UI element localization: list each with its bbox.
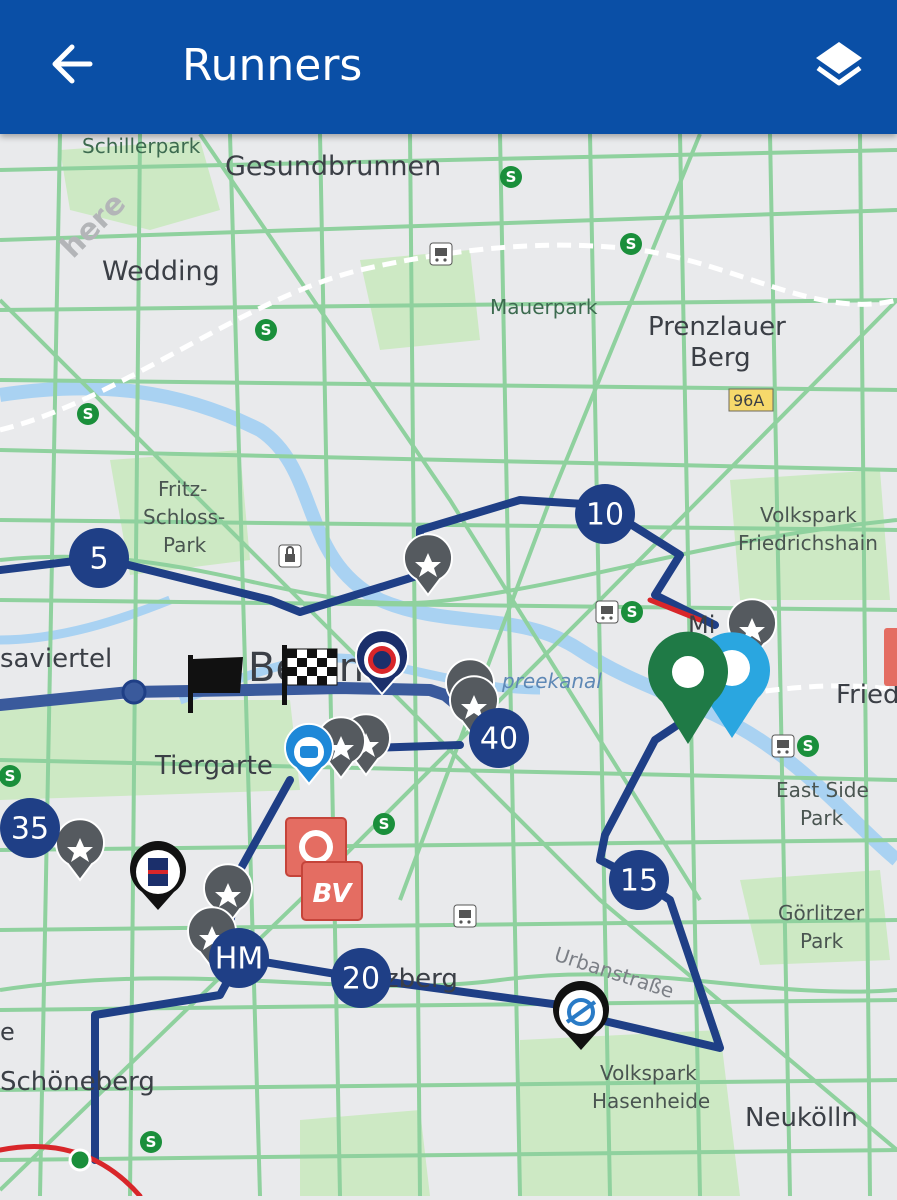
- label-volkspark-fh-1: Volkspark: [760, 503, 857, 527]
- s-bahn-icon: S: [621, 601, 643, 623]
- label-fritz-3: Park: [163, 533, 207, 557]
- label-volkspark-hh-1: Volkspark: [600, 1061, 697, 1085]
- km-marker-15[interactable]: 15: [609, 850, 669, 910]
- lock-station-icon: [278, 544, 302, 568]
- km-marker-label: 5: [89, 542, 108, 577]
- label-fritz-2: Schloss-: [143, 505, 225, 529]
- label-edge-e: e: [0, 1018, 15, 1046]
- svg-text:S: S: [83, 405, 94, 423]
- label-east-side-2: Park: [800, 806, 844, 830]
- label-saviertel: saviertel: [0, 644, 112, 674]
- label-schillerpark: Schillerpark: [82, 134, 201, 158]
- km-marker-40[interactable]: 40: [469, 708, 529, 768]
- km-marker-label: HM: [215, 942, 263, 977]
- km-marker-5[interactable]: 5: [69, 528, 129, 588]
- s-bahn-icon: S: [373, 813, 395, 835]
- app-bar: Runners: [0, 0, 897, 134]
- label-fritz-1: Fritz-: [158, 477, 207, 501]
- svg-text:S: S: [626, 235, 637, 253]
- s-bahn-icon: S: [140, 1131, 162, 1153]
- s-bahn-icon: S: [255, 319, 277, 341]
- label-berg: Berg: [690, 343, 751, 373]
- km-marker-label: 20: [342, 962, 380, 997]
- km-marker-10[interactable]: 10: [575, 484, 635, 544]
- back-button[interactable]: [44, 36, 100, 92]
- label-gesundbrunnen: Gesundbrunnen: [225, 151, 441, 182]
- s-bahn-icon: S: [500, 166, 522, 188]
- layers-icon: [816, 42, 862, 86]
- label-neukoelln: Neukölln: [745, 1103, 858, 1133]
- km-marker-20[interactable]: 20: [331, 948, 391, 1008]
- train-station-icon: [771, 734, 795, 758]
- label-east-side-1: East Side: [776, 778, 869, 802]
- route-node: [68, 1148, 92, 1172]
- map[interactable]: here Schillerpark Gesundbrunnen Wedding …: [0, 132, 897, 1199]
- bv-label: BV: [313, 879, 354, 909]
- km-marker-label: 40: [480, 722, 518, 757]
- svg-text:S: S: [261, 321, 272, 339]
- svg-text:S: S: [379, 815, 390, 833]
- route-node: [121, 679, 147, 705]
- train-station-icon: [595, 600, 619, 624]
- label-schoeneberg: Schöneberg: [0, 1067, 155, 1097]
- label-volkspark-fh-2: Friedrichshain: [738, 531, 878, 555]
- layers-button[interactable]: [808, 34, 870, 96]
- label-goerlitzer-1: Görlitzer: [778, 901, 865, 925]
- km-marker-35[interactable]: 35: [0, 798, 60, 858]
- label-goerlitzer-2: Park: [800, 929, 844, 953]
- svg-text:S: S: [627, 603, 638, 621]
- s-bahn-icon: S: [797, 735, 819, 757]
- edge-red-sign: [884, 628, 897, 686]
- km-marker-label: 15: [620, 864, 658, 899]
- label-spreekanal: preekanal: [501, 669, 602, 693]
- page-title: Runners: [182, 40, 363, 91]
- s-bahn-icon: S: [0, 765, 21, 787]
- label-prenzlauer: Prenzlauer: [648, 312, 786, 342]
- km-marker-hm[interactable]: HM: [209, 928, 269, 988]
- map-canvas[interactable]: here Schillerpark Gesundbrunnen Wedding …: [0, 132, 897, 1199]
- svg-text:S: S: [506, 168, 517, 186]
- label-volkspark-hh-2: Hasenheide: [592, 1089, 710, 1113]
- svg-text:S: S: [803, 737, 814, 755]
- label-wedding: Wedding: [102, 256, 220, 287]
- train-station-icon: [453, 904, 477, 928]
- km-marker-label: 35: [11, 812, 49, 847]
- svg-text:S: S: [5, 767, 16, 785]
- s-bahn-icon: S: [620, 233, 642, 255]
- km-marker-label: 10: [586, 498, 624, 533]
- label-road-96a: 96A: [733, 391, 764, 410]
- label-kreuzberg: zberg: [385, 964, 458, 994]
- s-bahn-icon: S: [77, 403, 99, 425]
- label-mauerpark: Mauerpark: [490, 295, 598, 319]
- label-tiergarten: Tiergarte: [154, 751, 273, 781]
- train-station-icon: [429, 242, 453, 266]
- arrow-left-icon: [52, 44, 93, 84]
- svg-text:S: S: [146, 1133, 157, 1151]
